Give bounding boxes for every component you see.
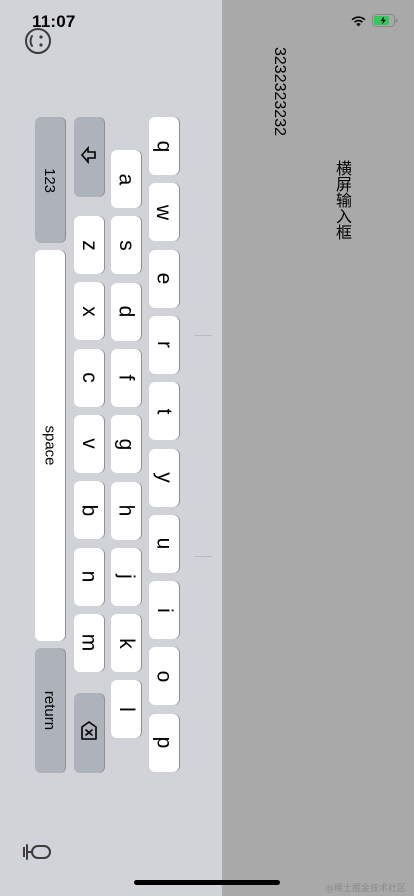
key-q-label: q xyxy=(152,140,176,152)
space-key-label: space xyxy=(41,425,59,466)
keyboard-divider xyxy=(194,556,212,557)
key-u[interactable]: u xyxy=(149,514,179,573)
numbers-key-label: 123 xyxy=(41,167,59,193)
battery-charging-icon xyxy=(372,14,398,32)
return-key-label: return xyxy=(41,690,59,731)
key-i-label: i xyxy=(152,607,176,613)
key-n-label: n xyxy=(77,570,101,583)
wifi-icon xyxy=(350,14,367,32)
key-x-label: x xyxy=(77,306,101,317)
key-v[interactable]: v xyxy=(74,414,104,473)
text-input-value[interactable]: 3232323232 xyxy=(270,47,288,136)
key-z-label: z xyxy=(77,239,101,251)
key-g[interactable]: g xyxy=(111,415,141,474)
key-v-label: v xyxy=(77,438,101,450)
emoji-icon[interactable] xyxy=(24,27,52,60)
space-key[interactable]: space xyxy=(35,250,65,641)
watermark: @稀土掘金技术社区 xyxy=(324,884,406,894)
key-t-label: t xyxy=(152,408,176,415)
key-m[interactable]: m xyxy=(74,613,104,672)
status-icons xyxy=(350,14,398,32)
key-y-label: y xyxy=(152,472,176,483)
key-n[interactable]: n xyxy=(74,547,104,606)
key-e-label: e xyxy=(152,272,176,285)
keyboard-divider xyxy=(194,335,212,336)
key-s-label: s xyxy=(114,240,138,251)
key-c[interactable]: c xyxy=(74,348,104,407)
key-w[interactable]: w xyxy=(149,183,179,242)
key-d-label: d xyxy=(114,305,138,318)
key-a[interactable]: a xyxy=(111,150,141,208)
home-indicator[interactable] xyxy=(134,880,280,885)
shift-key[interactable] xyxy=(74,117,104,197)
key-k-label: k xyxy=(114,637,138,649)
key-o[interactable]: o xyxy=(149,647,179,706)
key-i[interactable]: i xyxy=(149,581,179,640)
delete-key[interactable] xyxy=(74,693,104,773)
key-g-label: g xyxy=(114,438,138,451)
key-l[interactable]: l xyxy=(111,680,141,739)
screen: 3232323232 横屏输入框 11:07 q w e r t y u i o… xyxy=(0,0,414,896)
key-t[interactable]: t xyxy=(149,382,179,441)
key-p-label: p xyxy=(152,736,176,749)
content-panel xyxy=(222,0,414,896)
key-b[interactable]: b xyxy=(74,481,104,540)
key-f[interactable]: f xyxy=(111,348,141,407)
key-j[interactable]: j xyxy=(111,547,141,606)
key-o-label: o xyxy=(152,670,176,683)
key-j-label: j xyxy=(114,574,138,580)
key-l-label: l xyxy=(114,707,138,712)
key-q[interactable]: q xyxy=(149,117,179,175)
key-s[interactable]: s xyxy=(111,216,141,275)
key-h-label: h xyxy=(114,504,138,517)
return-key[interactable]: return xyxy=(35,648,65,773)
key-k[interactable]: k xyxy=(111,614,141,673)
numbers-key[interactable]: 123 xyxy=(35,117,65,243)
key-w-label: w xyxy=(152,204,176,220)
key-m-label: m xyxy=(77,634,101,652)
key-p[interactable]: p xyxy=(149,713,179,772)
input-label: 横屏输入框 xyxy=(333,160,352,240)
key-u-label: u xyxy=(152,537,176,550)
key-b-label: b xyxy=(77,504,101,517)
key-r-label: r xyxy=(152,341,176,349)
key-a-label: a xyxy=(114,173,138,185)
key-z[interactable]: z xyxy=(74,216,104,274)
delete-backspace-icon xyxy=(78,720,100,747)
key-h[interactable]: h xyxy=(111,481,141,540)
key-r[interactable]: r xyxy=(149,315,179,374)
key-d[interactable]: d xyxy=(111,282,141,341)
key-c-label: c xyxy=(77,372,101,383)
shift-arrow-icon xyxy=(79,144,99,171)
microphone-icon[interactable] xyxy=(22,841,54,870)
key-y[interactable]: y xyxy=(149,448,179,507)
key-f-label: f xyxy=(114,374,138,381)
key-x[interactable]: x xyxy=(74,282,104,341)
key-e[interactable]: e xyxy=(149,249,179,308)
